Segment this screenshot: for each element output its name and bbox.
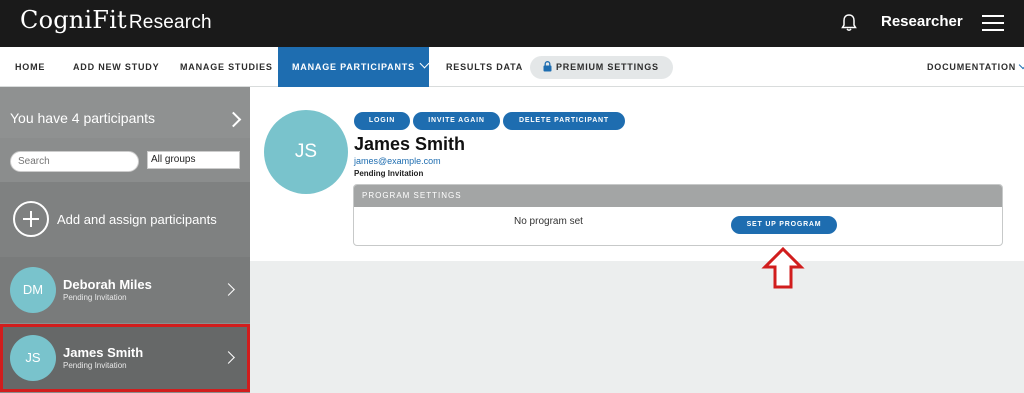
avatar: JS — [10, 335, 56, 381]
participant-email[interactable]: james@example.com — [354, 156, 441, 166]
participants-count-header[interactable]: You have 4 participants — [0, 87, 250, 138]
login-button[interactable]: LOGIN — [354, 112, 410, 130]
delete-participant-button[interactable]: DELETE PARTICIPANT — [503, 112, 625, 130]
chevron-right-icon — [222, 351, 235, 364]
group-select[interactable]: All groups — [147, 151, 240, 169]
program-settings-card: PROGRAM SETTINGS No program set SET UP P… — [353, 184, 1003, 246]
avatar: JS — [264, 110, 348, 194]
bell-icon[interactable] — [840, 13, 858, 33]
premium-settings-button[interactable]: PREMIUM SETTINGS — [530, 56, 673, 79]
nav-manage-participants[interactable]: MANAGE PARTICIPANTS — [278, 47, 430, 87]
nav-manage-studies[interactable]: MANAGE STUDIES — [180, 47, 273, 87]
invite-again-button[interactable]: INVITE AGAIN — [413, 112, 500, 130]
participant-name: James Smith — [63, 345, 144, 360]
nav-manage-participants-label: MANAGE PARTICIPANTS — [292, 62, 415, 72]
nav-results-data[interactable]: RESULTS DATA — [446, 47, 523, 87]
nav-documentation[interactable]: DOCUMENTATION — [927, 47, 1024, 87]
program-settings-header: PROGRAM SETTINGS — [354, 185, 1002, 207]
main-nav: HOME ADD NEW STUDY MANAGE STUDIES MANAGE… — [0, 47, 1024, 87]
chevron-right-icon — [225, 111, 242, 128]
participant-status: Pending Invitation — [63, 361, 127, 370]
nav-home[interactable]: HOME — [15, 47, 45, 87]
nav-add-new-study[interactable]: ADD NEW STUDY — [73, 47, 159, 87]
chevron-right-icon — [222, 283, 235, 296]
participant-name-heading: James Smith — [354, 134, 466, 154]
background-area — [250, 261, 1024, 393]
chevron-down-icon — [1018, 60, 1024, 70]
add-participants-label: Add and assign participants — [57, 212, 217, 227]
premium-settings-label: PREMIUM SETTINGS — [556, 62, 659, 72]
participant-item-selected[interactable]: JS James Smith Pending Invitation — [0, 324, 250, 392]
logo[interactable]: CogniFit Research — [20, 6, 212, 34]
top-bar: CogniFit Research Researcher — [0, 0, 1024, 47]
lock-icon — [543, 61, 552, 72]
documentation-label: DOCUMENTATION — [927, 62, 1017, 72]
participant-item[interactable]: DM Deborah Miles Pending Invitation — [0, 257, 250, 323]
chevron-down-icon — [419, 58, 430, 69]
participant-status: Pending Invitation — [354, 169, 424, 178]
search-input[interactable] — [10, 151, 139, 172]
no-program-text: No program set — [514, 216, 583, 227]
participants-count: You have 4 participants — [10, 110, 156, 126]
up-arrow-icon — [761, 247, 805, 289]
participant-name: Deborah Miles — [63, 277, 152, 292]
plus-circle-icon — [13, 201, 49, 237]
user-role-menu[interactable]: Researcher — [881, 13, 963, 30]
avatar: DM — [10, 267, 56, 313]
participant-status: Pending Invitation — [63, 293, 127, 302]
set-up-program-button[interactable]: SET UP PROGRAM — [731, 216, 837, 234]
participants-sidebar: You have 4 participants All groups Add a… — [0, 87, 250, 393]
hamburger-menu-icon[interactable] — [982, 15, 1004, 31]
participant-detail: JS LOGIN INVITE AGAIN DELETE PARTICIPANT… — [250, 87, 1024, 393]
add-participants-button[interactable]: Add and assign participants — [0, 182, 250, 257]
